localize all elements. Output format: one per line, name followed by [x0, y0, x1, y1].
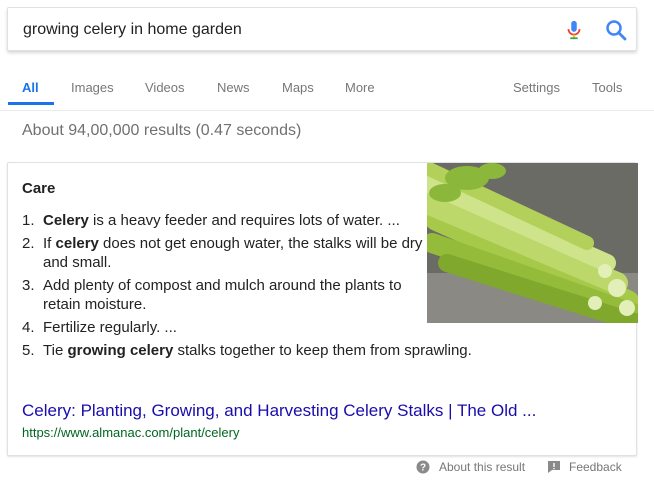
- snippet-title: Care: [22, 180, 56, 197]
- tab-maps[interactable]: Maps: [282, 80, 314, 95]
- list-item-number: 5.: [22, 342, 35, 359]
- tab-settings[interactable]: Settings: [513, 80, 560, 95]
- search-tabs: All Images Videos News Maps More Setting…: [0, 52, 654, 111]
- list-item: 1. Celery is a heavy feeder and requires …: [22, 211, 428, 230]
- list-item-text: If: [43, 235, 56, 252]
- microphone-icon[interactable]: [563, 19, 585, 41]
- list-item-number: 3.: [22, 277, 35, 294]
- feedback-icon[interactable]: [547, 460, 561, 474]
- celery-photo-icon[interactable]: [427, 163, 638, 323]
- result-title-link[interactable]: Celery: Planting, Growing, and Harvestin…: [22, 401, 536, 421]
- result-stats: About 94,00,000 results (0.47 seconds): [22, 122, 302, 139]
- active-tab-indicator: [8, 102, 54, 105]
- feedback-link[interactable]: Feedback: [569, 460, 622, 474]
- list-item-text: stalks together to keep them from sprawl…: [173, 342, 472, 359]
- svg-text:?: ?: [420, 463, 426, 474]
- featured-snippet: Care 1. Celery is a heavy feeder and requ…: [7, 162, 638, 456]
- result-url: https://www.almanac.com/plant/celery: [22, 425, 240, 440]
- list-item: 4. Fertilize regularly. ...: [22, 318, 428, 337]
- list-item-number: 1.: [22, 212, 35, 229]
- list-item-text: is a heavy feeder and requires lots of w…: [88, 212, 400, 229]
- list-item: 5. Tie growing celery stalks together to …: [22, 341, 523, 360]
- search-box[interactable]: growing celery in home garden: [7, 7, 637, 51]
- list-item: 2. If celery does not get enough water, t…: [22, 234, 428, 272]
- tab-videos[interactable]: Videos: [145, 80, 185, 95]
- search-icon[interactable]: [604, 18, 628, 42]
- bold-keyword: growing celery: [67, 342, 174, 359]
- list-item-text: Add plenty of compost and mulch around t…: [43, 277, 402, 313]
- list-item-number: 2.: [22, 235, 35, 252]
- list-item-text: does not get enough water, the stalks wi…: [43, 235, 423, 271]
- tab-all[interactable]: All: [22, 80, 39, 95]
- bold-keyword: Celery: [43, 212, 89, 229]
- list-item-text: Tie: [43, 342, 68, 359]
- tab-images[interactable]: Images: [71, 80, 114, 95]
- tab-news[interactable]: News: [217, 80, 250, 95]
- tab-tools[interactable]: Tools: [592, 80, 622, 95]
- list-item: 3. Add plenty of compost and mulch around…: [22, 276, 428, 314]
- help-icon[interactable]: ?: [416, 460, 430, 474]
- tab-more[interactable]: More: [345, 80, 375, 95]
- search-input[interactable]: growing celery in home garden: [23, 21, 242, 39]
- bold-keyword: celery: [55, 235, 99, 252]
- about-this-result-link[interactable]: About this result: [439, 460, 525, 474]
- list-item-number: 4.: [22, 319, 35, 336]
- list-item-text: Fertilize regularly. ...: [43, 319, 177, 336]
